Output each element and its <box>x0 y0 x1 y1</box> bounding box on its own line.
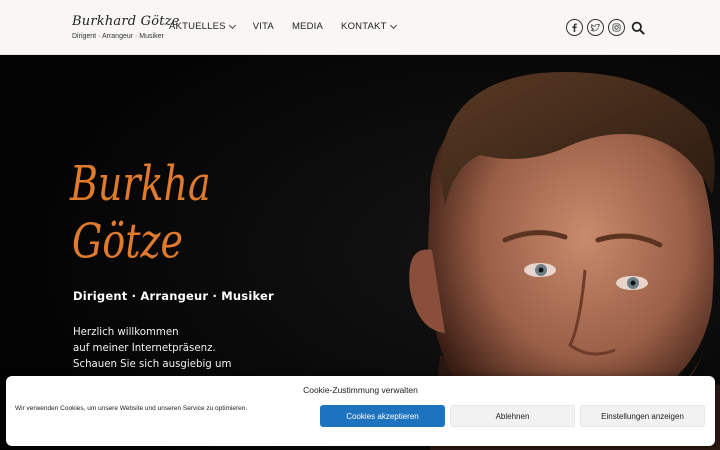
nav-item-label: VITA <box>252 21 274 32</box>
facebook-icon[interactable] <box>566 19 583 36</box>
nav-item-label: AKTUELLES <box>169 21 226 32</box>
site-title[interactable]: Burkhard Götze <box>72 14 180 29</box>
twitter-icon[interactable] <box>587 19 604 36</box>
hero-tagline: Dirigent · Arrangeur · Musiker <box>73 289 274 303</box>
cookie-text: Wir verwenden Cookies, um unsere Website… <box>15 405 248 412</box>
cookie-preferences-button[interactable]: Einstellungen anzeigen <box>580 405 705 427</box>
nav-item-media[interactable]: MEDIA <box>292 21 323 32</box>
deny-cookies-button[interactable]: Ablehnen <box>450 405 575 427</box>
welcome-text: Herzlich willkommen auf meiner Internetp… <box>73 325 231 373</box>
nav-item-label: MEDIA <box>291 21 324 32</box>
signature-line-1: Burkhard <box>69 157 208 212</box>
social-links <box>566 19 625 36</box>
chevron-down-icon <box>228 21 236 29</box>
nav-item-aktuelles[interactable]: AKTUELLES <box>169 21 236 32</box>
nav-item-label: KONTAKT <box>341 21 387 32</box>
nav-item-kontakt[interactable]: KONTAKT <box>341 21 397 32</box>
chevron-down-icon <box>389 21 397 29</box>
cookie-title: Cookie-Zustimmung verwalten <box>303 385 418 395</box>
welcome-line: Herzlich willkommen <box>73 327 179 338</box>
signature-logo: Burkhard Götze <box>68 135 253 279</box>
nav-item-vita[interactable]: VITA <box>253 21 274 32</box>
cookie-banner: Cookie-Zustimmung verwalten Wir verwende… <box>6 376 715 446</box>
signature-line-2: Götze <box>72 214 183 269</box>
site-header: Burkhard Götze Dirigent · Arrangeur · Mu… <box>0 0 720 55</box>
site-brand[interactable]: Burkhard Götze Dirigent · Arrangeur · Mu… <box>72 14 180 40</box>
search-icon[interactable] <box>631 20 645 35</box>
welcome-line: Schauen Sie sich ausgiebig um <box>73 359 232 370</box>
site-subtitle: Dirigent · Arrangeur · Musiker <box>72 33 164 40</box>
welcome-line: auf meiner Internetpräsenz. <box>73 343 216 354</box>
accept-cookies-button[interactable]: Cookies akzeptieren <box>320 405 445 427</box>
main-nav: AKTUELLES VITA MEDIA KONTAKT <box>169 21 414 32</box>
instagram-icon[interactable] <box>608 19 625 36</box>
